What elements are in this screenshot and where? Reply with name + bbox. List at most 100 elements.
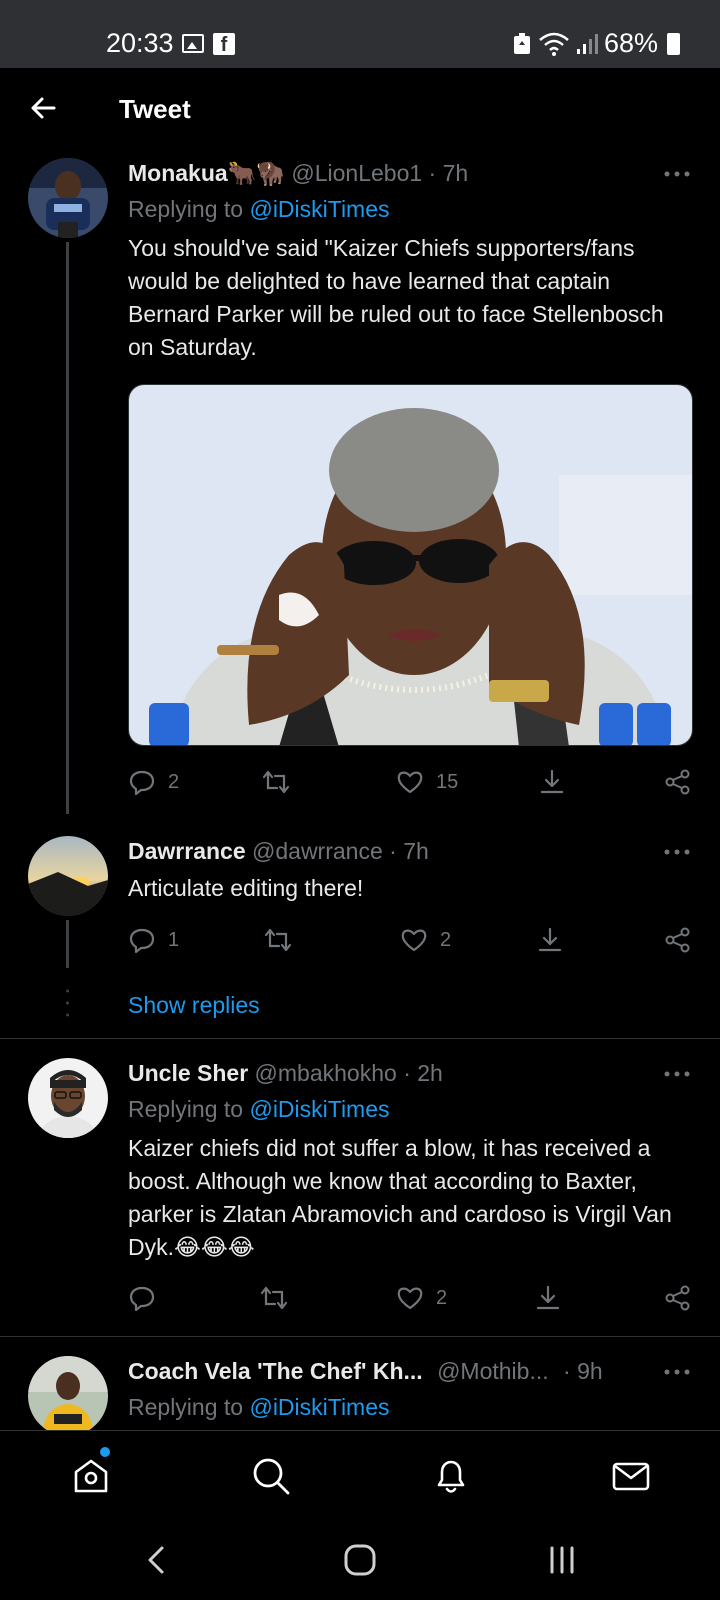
- display-name[interactable]: Coach Vela 'The Chef' Kh...: [128, 1358, 423, 1384]
- top-bar: Tweet: [0, 68, 720, 154]
- tweet-header: Monakua🐂🦬 @LionLebo1 · 7h: [128, 160, 468, 187]
- download-icon: [534, 1284, 562, 1312]
- replying-prefix: Replying to: [128, 1096, 249, 1122]
- messages-icon[interactable]: [610, 1455, 652, 1497]
- like-count: 15: [436, 771, 458, 794]
- retweet-button[interactable]: [264, 926, 304, 954]
- status-bar: 20:33 f 68%: [0, 0, 720, 68]
- tweet-actions: 1 2: [128, 926, 693, 958]
- like-button[interactable]: 2: [396, 1284, 447, 1312]
- download-button[interactable]: [538, 768, 566, 796]
- status-time: 20:33: [106, 28, 174, 59]
- more-options-icon[interactable]: [664, 171, 690, 177]
- timestamp: · 7h: [389, 838, 429, 864]
- retweet-icon: [264, 926, 292, 954]
- download-button[interactable]: [536, 926, 564, 954]
- avatar[interactable]: [28, 1356, 108, 1430]
- show-replies-link[interactable]: Show replies: [128, 992, 260, 1019]
- share-icon: [664, 926, 692, 954]
- thread-dots: [66, 988, 69, 1018]
- bottom-navigation: [0, 1430, 720, 1520]
- username[interactable]: @mbakhokho: [255, 1060, 397, 1086]
- download-icon: [538, 768, 566, 796]
- reply-icon: [128, 1284, 156, 1312]
- wifi-icon: [538, 32, 570, 56]
- tweet-text: Articulate editing there!: [128, 872, 693, 905]
- share-button[interactable]: [664, 768, 692, 796]
- more-options-icon[interactable]: [664, 1369, 690, 1375]
- tweet-uncle-sher[interactable]: Uncle Sher @mbakhokho · 2h Replying to @…: [0, 1054, 720, 1334]
- like-button[interactable]: 2: [400, 926, 451, 954]
- replying-to-link[interactable]: @iDiskiTimes: [249, 196, 389, 222]
- avatar[interactable]: [28, 836, 108, 916]
- avatar[interactable]: [28, 158, 108, 238]
- display-name[interactable]: Dawrrance: [128, 838, 246, 864]
- heart-icon: [396, 1284, 424, 1312]
- divider: [0, 1336, 720, 1337]
- notification-dot: [100, 1447, 110, 1457]
- replying-prefix: Replying to: [128, 196, 249, 222]
- retweet-icon: [260, 1284, 288, 1312]
- like-count: 2: [440, 929, 451, 952]
- tweet-dawrrance[interactable]: Dawrrance @dawrrance · 7h Articulate edi…: [0, 832, 720, 1038]
- display-name[interactable]: Uncle Sher: [128, 1060, 248, 1086]
- reply-count: 2: [168, 771, 179, 794]
- reply-icon: [128, 926, 156, 954]
- home-icon[interactable]: [70, 1455, 112, 1497]
- gallery-icon: [182, 34, 204, 53]
- avatar[interactable]: [28, 1058, 108, 1138]
- tweet-monakua[interactable]: Monakua🐂🦬 @LionLebo1 · 7h Replying to @i…: [0, 154, 720, 814]
- share-button[interactable]: [664, 1284, 692, 1312]
- home-button-icon[interactable]: [342, 1542, 378, 1578]
- battery-percentage: 68%: [604, 28, 658, 59]
- username[interactable]: @Mothib...: [437, 1358, 549, 1384]
- signal-icon: [576, 33, 598, 55]
- more-options-icon[interactable]: [664, 1071, 690, 1077]
- replying-prefix: Replying to: [128, 1394, 249, 1420]
- tweet-text: Kaizer chiefs did not suffer a blow, it …: [128, 1132, 693, 1264]
- replying-to: Replying to @iDiskiTimes: [128, 1394, 390, 1421]
- back-icon[interactable]: [140, 1542, 176, 1578]
- like-button[interactable]: 15: [396, 768, 458, 796]
- more-options-icon[interactable]: [664, 849, 690, 855]
- divider: [0, 1038, 720, 1039]
- like-count: 2: [436, 1287, 447, 1310]
- notifications-icon[interactable]: [430, 1455, 472, 1497]
- tweet-actions: 2 15: [128, 768, 693, 800]
- tweet-media-image[interactable]: [128, 384, 693, 746]
- battery-icon: [667, 33, 680, 55]
- status-right: 68%: [512, 28, 680, 59]
- download-icon: [536, 926, 564, 954]
- tweet-text: You should've said "Kaizer Chiefs suppor…: [128, 232, 693, 364]
- reply-count: 1: [168, 929, 179, 952]
- search-icon[interactable]: [250, 1455, 292, 1497]
- retweet-button[interactable]: [260, 1284, 300, 1312]
- download-button[interactable]: [534, 1284, 562, 1312]
- tweet-coach-vela[interactable]: Coach Vela 'The Chef' Kh... @Mothib... ·…: [0, 1352, 720, 1430]
- facebook-icon: f: [213, 33, 235, 55]
- page-title: Tweet: [119, 94, 191, 125]
- reply-button[interactable]: [128, 1284, 168, 1312]
- timestamp: · 9h: [563, 1358, 603, 1384]
- display-name[interactable]: Monakua🐂🦬: [128, 160, 285, 186]
- tweet-actions: 2: [128, 1284, 693, 1316]
- replying-to-link[interactable]: @iDiskiTimes: [249, 1394, 389, 1420]
- reply-button[interactable]: 1: [128, 926, 179, 954]
- timestamp: · 7h: [429, 160, 469, 186]
- back-arrow-icon[interactable]: [28, 92, 60, 124]
- heart-icon: [400, 926, 428, 954]
- reply-button[interactable]: 2: [128, 768, 179, 796]
- username[interactable]: @LionLebo1: [291, 160, 422, 186]
- retweet-icon: [262, 768, 290, 796]
- tweet-header: Uncle Sher @mbakhokho · 2h: [128, 1060, 443, 1087]
- timestamp: · 2h: [403, 1060, 443, 1086]
- share-button[interactable]: [664, 926, 692, 954]
- replying-to: Replying to @iDiskiTimes: [128, 196, 390, 223]
- tweet-header: Dawrrance @dawrrance · 7h: [128, 838, 429, 865]
- heart-icon: [396, 768, 424, 796]
- username[interactable]: @dawrrance: [252, 838, 383, 864]
- recent-apps-icon[interactable]: [544, 1542, 580, 1578]
- reply-icon: [128, 768, 156, 796]
- retweet-button[interactable]: [262, 768, 302, 796]
- replying-to-link[interactable]: @iDiskiTimes: [249, 1096, 389, 1122]
